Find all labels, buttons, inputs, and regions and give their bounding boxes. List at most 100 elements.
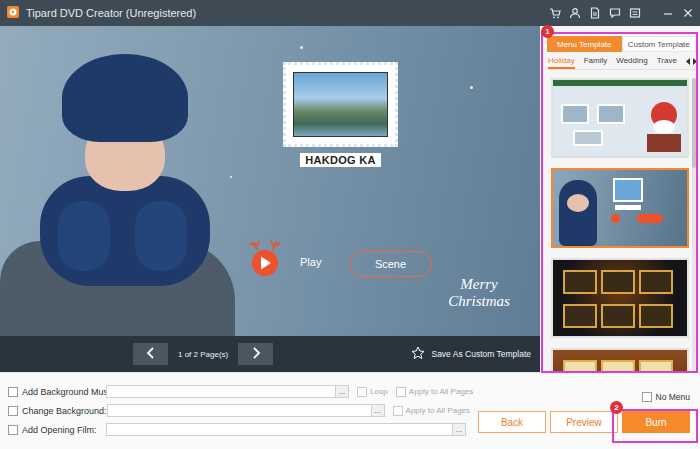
- thumb-play: [611, 214, 620, 223]
- template-panel: Menu TemplateCustom Template Holiday Famil…: [540, 26, 700, 372]
- browse-button[interactable]: ...: [372, 404, 385, 417]
- menu-icon[interactable]: [628, 7, 641, 20]
- option-extra: Apply to All Pages: [396, 387, 473, 397]
- annotation-badge: 2: [610, 401, 623, 414]
- template-tab[interactable]: Menu Template: [547, 36, 622, 52]
- category-tab[interactable]: Trave: [657, 55, 677, 69]
- play-label[interactable]: Play: [300, 256, 321, 268]
- child-mitten: [58, 201, 110, 271]
- actions: No Menu BackPreviewBurn: [472, 373, 700, 449]
- child-hat: [62, 54, 188, 142]
- thumb-frame: [573, 130, 603, 146]
- thumb-frame: [613, 178, 643, 202]
- template-list: [540, 70, 700, 372]
- template-tab[interactable]: Custom Template: [622, 36, 697, 52]
- preview-button[interactable]: Preview: [550, 411, 618, 433]
- option-extra: Apply to All Pages: [393, 406, 470, 416]
- menu-title[interactable]: HAKDOG KA: [300, 153, 381, 167]
- thumb-frame: [563, 270, 597, 294]
- save-template-label: Save As Custom Template: [431, 349, 531, 359]
- garland: [553, 80, 687, 86]
- scrollbar-thumb[interactable]: [692, 78, 696, 168]
- file-path-field[interactable]: [106, 385, 336, 398]
- thumbnail-picture: [553, 80, 687, 156]
- extra-label: Apply to All Pages: [409, 387, 473, 396]
- thumb-frame: [601, 360, 635, 372]
- save-template-button[interactable]: Save As Custom Template: [405, 346, 540, 362]
- no-menu-checkbox[interactable]: [642, 392, 652, 402]
- option-label: Change Background:: [22, 406, 107, 416]
- thumb-title: [615, 205, 641, 210]
- thumbnail-picture: [553, 170, 687, 246]
- file-path-field[interactable]: [106, 423, 453, 436]
- chat-icon[interactable]: [608, 7, 621, 20]
- no-menu-label: No Menu: [656, 392, 691, 402]
- previous-page-button[interactable]: [133, 343, 168, 365]
- child-mitten: [135, 201, 187, 271]
- main-area: HAKDOG KAPlaySceneMerry Christmas1 of 2 …: [0, 26, 700, 372]
- category-tab[interactable]: Family: [584, 55, 608, 69]
- stamp-frame: [283, 62, 398, 147]
- thumb-frame: [563, 304, 597, 328]
- title-bar: Tipard DVD Creator (Unregistered): [0, 0, 700, 26]
- option-checkbox[interactable]: [8, 406, 18, 416]
- option-row: Change Background:... Apply to All Pages: [0, 401, 472, 420]
- kid-face: [567, 194, 589, 212]
- window-title: Tipard DVD Creator (Unregistered): [26, 7, 196, 19]
- option-row: Add Opening Film:...: [0, 420, 472, 439]
- thumbnail-picture: [553, 260, 687, 336]
- extra-label: Apply to All Pages: [406, 406, 470, 415]
- next-page-button[interactable]: [238, 343, 273, 365]
- minimize-icon[interactable]: [661, 7, 674, 20]
- thumb-frame: [601, 304, 635, 328]
- extra-label: Loop: [370, 387, 388, 396]
- chevron-left-icon: [146, 345, 156, 363]
- arrow-right-icon[interactable]: [692, 58, 697, 67]
- arrow-left-icon[interactable]: [686, 58, 691, 67]
- thumb-pill: [637, 214, 663, 223]
- annotation-box: [612, 409, 698, 443]
- chevron-right-icon: [251, 345, 261, 363]
- template-thumbnail[interactable]: [551, 348, 689, 372]
- template-thumbnail[interactable]: [551, 258, 689, 338]
- back-button[interactable]: Back: [478, 411, 546, 433]
- chimney: [647, 134, 681, 152]
- pager-bar: 1 of 2 Page(s) Save As Custom Template: [0, 336, 540, 372]
- category-tab[interactable]: Holiday: [548, 55, 575, 69]
- no-menu-option[interactable]: No Menu: [642, 392, 691, 402]
- option-label: Add Opening Film:: [22, 425, 106, 435]
- browse-button[interactable]: ...: [453, 423, 466, 436]
- options-bar: Add Background Music:... Loop Apply to All…: [0, 372, 700, 449]
- thumb-frame: [601, 270, 635, 294]
- thumb-frame: [639, 304, 673, 328]
- scene-button[interactable]: Scene: [349, 251, 432, 277]
- category-tab[interactable]: Wedding: [616, 55, 647, 69]
- cart-icon[interactable]: [548, 7, 561, 20]
- extra-checkbox: [357, 387, 367, 397]
- browse-button[interactable]: ...: [336, 385, 349, 398]
- thumbnail-picture: [553, 350, 687, 372]
- thumb-frame: [639, 360, 673, 372]
- close-icon[interactable]: [681, 7, 694, 20]
- user-icon[interactable]: [568, 7, 581, 20]
- menu-preview: HAKDOG KAPlaySceneMerry Christmas: [0, 26, 540, 336]
- title-icons: [548, 7, 694, 20]
- page-indicator: 1 of 2 Page(s): [178, 350, 228, 359]
- option-checkbox[interactable]: [8, 387, 18, 397]
- template-thumbnail[interactable]: [551, 78, 689, 158]
- title-group: HAKDOG KA: [283, 62, 398, 167]
- snow-speck: [230, 176, 232, 178]
- scrollbar[interactable]: [692, 78, 696, 372]
- document-icon[interactable]: [588, 7, 601, 20]
- file-path-field[interactable]: [107, 404, 372, 417]
- thumb-frame: [597, 104, 625, 124]
- option-checkbox[interactable]: [8, 425, 18, 435]
- template-thumbnail[interactable]: [551, 168, 689, 248]
- app-logo-icon: [6, 5, 20, 21]
- burn-button[interactable]: Burn: [622, 411, 690, 433]
- option-label: Add Background Music:: [22, 387, 106, 397]
- play-button-icon[interactable]: [245, 236, 285, 278]
- extra-checkbox: [393, 406, 403, 416]
- stamp-photo: [293, 72, 388, 137]
- category-arrows: [686, 58, 697, 67]
